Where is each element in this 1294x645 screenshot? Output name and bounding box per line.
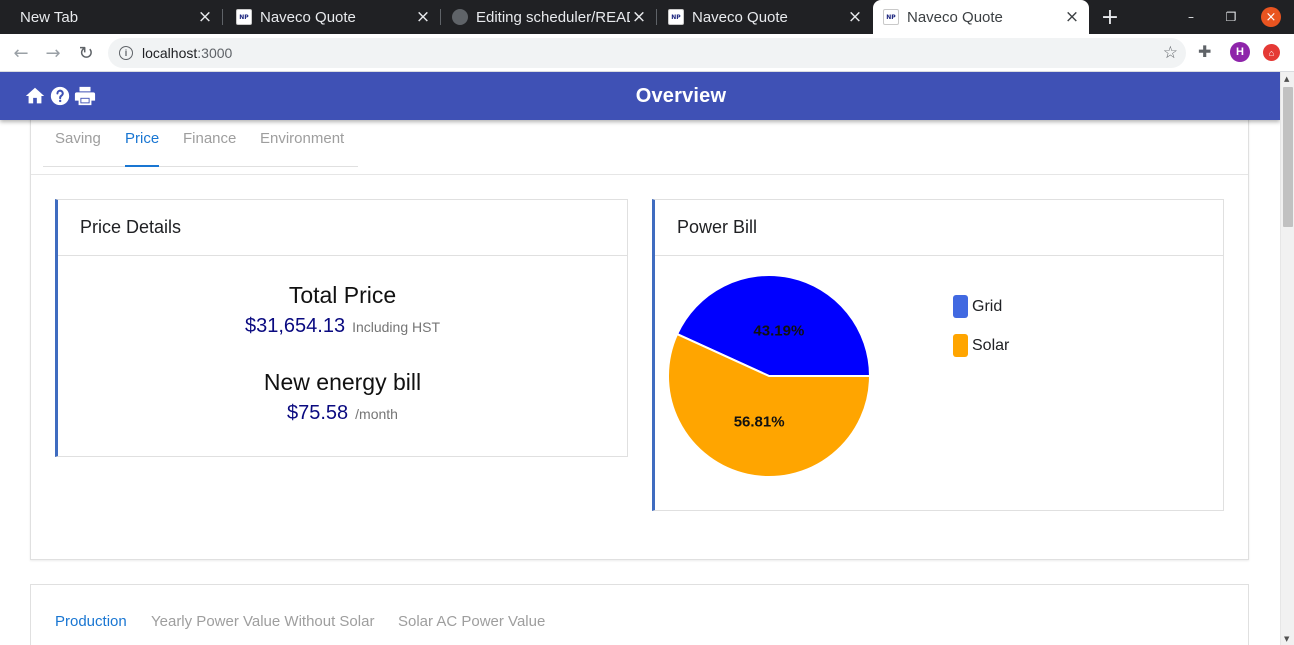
close-tab-icon[interactable]: × bbox=[414, 7, 432, 27]
naveco-icon: NP bbox=[236, 9, 252, 25]
legend-swatch-grid bbox=[953, 295, 968, 318]
new-tab-button[interactable]: + bbox=[1098, 5, 1122, 30]
close-tab-icon[interactable]: × bbox=[1063, 7, 1081, 27]
page-scrollbar[interactable]: ▲ ▼ bbox=[1280, 72, 1294, 645]
total-price-block: Total Price $31,654.13 Including HST bbox=[58, 282, 627, 338]
url-port: :3000 bbox=[197, 45, 233, 61]
tab-price[interactable]: Price bbox=[125, 130, 159, 147]
site-info-icon[interactable]: i bbox=[119, 46, 133, 60]
tab-saving[interactable]: Saving bbox=[55, 130, 101, 147]
github-icon bbox=[452, 9, 468, 25]
naveco-icon: NP bbox=[883, 9, 899, 25]
price-details-title: Price Details bbox=[58, 200, 627, 256]
energy-bill-label: New energy bill bbox=[263, 369, 422, 395]
tab-separator bbox=[656, 9, 657, 25]
tab-separator bbox=[222, 9, 223, 25]
legend-item-grid[interactable]: Grid bbox=[953, 295, 1002, 318]
address-bar[interactable]: i localhost:3000 ☆ bbox=[108, 38, 1186, 68]
total-price-value: $31,654.13 bbox=[244, 315, 346, 337]
browser-tab[interactable]: Editing scheduler/README × bbox=[442, 0, 656, 34]
tab-environment[interactable]: Environment bbox=[260, 130, 344, 147]
back-icon[interactable]: ← bbox=[9, 41, 33, 65]
power-bill-title: Power Bill bbox=[655, 200, 1223, 256]
browser-toolbar: ← → ↻ i localhost:3000 ☆ bbox=[0, 34, 1294, 72]
price-details-panel: Price Details Total Price $31,654.13 Inc… bbox=[55, 199, 628, 457]
tab-finance[interactable]: Finance bbox=[183, 130, 236, 147]
browser-tab-title: New Tab bbox=[20, 8, 79, 26]
browser-tab-title: Naveco Quote bbox=[260, 8, 356, 26]
production-card: Production Yearly Power Value Without So… bbox=[30, 584, 1249, 645]
extension-icon[interactable]: ⌂ bbox=[1263, 44, 1280, 61]
total-price-note: Including HST bbox=[352, 319, 441, 335]
pie-label-solar: 56.81% bbox=[734, 413, 785, 430]
browser-tab[interactable]: New Tab × bbox=[0, 0, 222, 34]
tab-separator bbox=[440, 9, 441, 25]
app-bar: Overview bbox=[0, 72, 1280, 120]
legend-item-solar[interactable]: Solar bbox=[953, 334, 1009, 357]
extensions-icon[interactable]: ✚ bbox=[1198, 42, 1211, 61]
power-bill-panel: Power Bill 43.19% 56.81% Grid Solar bbox=[652, 199, 1224, 511]
scrollbar-thumb[interactable] bbox=[1283, 87, 1293, 227]
energy-bill-unit: /month bbox=[355, 406, 398, 422]
browser-tab-title: Naveco Quote bbox=[907, 8, 1003, 26]
browser-tab-strip: New Tab × NP Naveco Quote × Editing sche… bbox=[0, 0, 1294, 34]
tab-yearly-power-value[interactable]: Yearly Power Value Without Solar bbox=[151, 613, 374, 630]
pie-label-grid: 43.19% bbox=[753, 323, 804, 340]
bookmark-star-icon[interactable]: ☆ bbox=[1163, 43, 1178, 63]
forward-icon[interactable]: → bbox=[41, 41, 65, 65]
browser-tab[interactable]: NP Naveco Quote × bbox=[226, 0, 440, 34]
energy-bill-block: New energy bill $75.58 /month bbox=[58, 369, 627, 425]
legend-swatch-solar bbox=[953, 334, 968, 357]
tab-production[interactable]: Production bbox=[55, 613, 127, 630]
total-price-label: Total Price bbox=[288, 282, 397, 308]
card-divider bbox=[31, 174, 1248, 175]
total-price-row: $31,654.13 Including HST bbox=[58, 315, 627, 338]
naveco-icon: NP bbox=[668, 9, 684, 25]
page-viewport: Overview Saving Price Finance Environmen… bbox=[0, 72, 1280, 645]
browser-tab-active[interactable]: NP Naveco Quote × bbox=[873, 0, 1089, 34]
tab-solar-ac-power-value[interactable]: Solar AC Power Value bbox=[398, 613, 545, 630]
close-tab-icon[interactable]: × bbox=[846, 7, 864, 27]
scroll-up-icon[interactable]: ▲ bbox=[1284, 75, 1289, 83]
power-bill-pie-chart: 43.19% 56.81% bbox=[667, 274, 872, 478]
page-title: Overview bbox=[635, 84, 727, 107]
reload-icon[interactable]: ↻ bbox=[74, 41, 98, 65]
energy-bill-value: $75.58 bbox=[287, 402, 349, 424]
legend-label-grid: Grid bbox=[972, 297, 1003, 315]
close-window-icon[interactable]: × bbox=[1261, 7, 1281, 27]
browser-tab[interactable]: NP Naveco Quote × bbox=[658, 0, 872, 34]
browser-tab-title: Naveco Quote bbox=[692, 8, 788, 26]
overview-card: Saving Price Finance Environment Price D… bbox=[30, 92, 1249, 560]
scroll-down-icon[interactable]: ▼ bbox=[1284, 635, 1289, 643]
close-tab-icon[interactable]: × bbox=[196, 7, 214, 27]
browser-tab-title: Editing scheduler/README bbox=[476, 8, 630, 26]
energy-bill-row: $75.58 /month bbox=[58, 402, 627, 425]
restore-window-icon[interactable]: ❐ bbox=[1221, 7, 1241, 27]
legend-label-solar: Solar bbox=[972, 336, 1010, 354]
tab-indicator bbox=[125, 165, 159, 167]
minimize-window-icon[interactable]: – bbox=[1181, 7, 1201, 27]
close-tab-icon[interactable]: × bbox=[630, 7, 648, 27]
url-host: localhost bbox=[142, 45, 198, 61]
profile-avatar[interactable]: H bbox=[1230, 42, 1250, 62]
